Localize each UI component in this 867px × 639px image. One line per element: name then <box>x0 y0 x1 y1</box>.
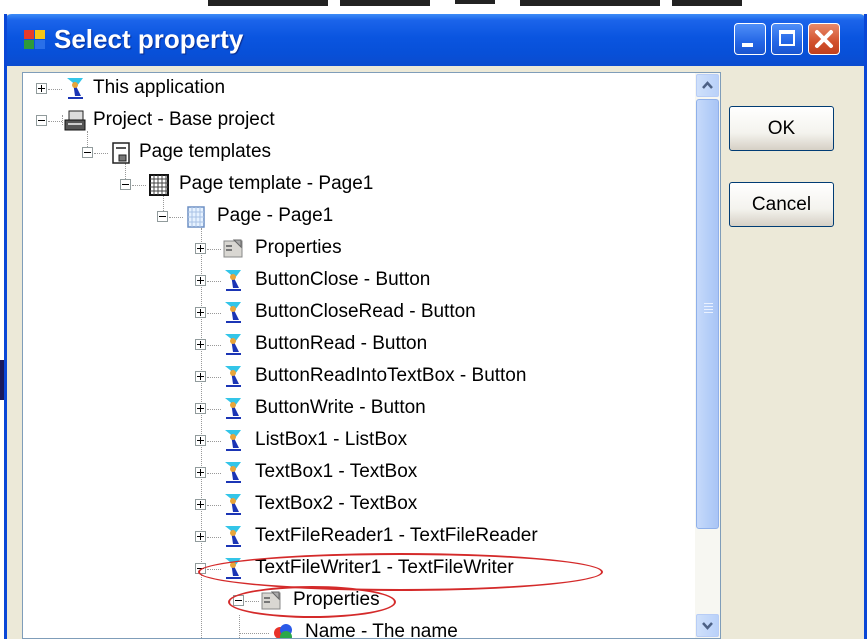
component-icon <box>225 526 241 547</box>
tree-item-label: Properties <box>293 589 380 610</box>
window-title: Select property <box>54 24 244 54</box>
expand-toggle[interactable] <box>195 243 206 254</box>
scroll-up-button[interactable] <box>696 74 719 97</box>
app-icon <box>24 30 46 50</box>
expand-toggle[interactable] <box>195 403 206 414</box>
collapse-toggle[interactable] <box>82 147 93 158</box>
expand-toggle[interactable] <box>195 371 206 382</box>
expand-toggle[interactable] <box>36 83 47 94</box>
tree-item-label: ButtonClose - Button <box>255 269 431 290</box>
ok-button[interactable]: OK <box>729 106 834 151</box>
minimize-icon <box>742 43 753 47</box>
tree-item-label: Name - The name <box>305 621 458 639</box>
component-icon <box>225 462 241 483</box>
component-icon <box>225 302 241 323</box>
component-icon <box>225 430 241 451</box>
tree-item-label: Page - Page1 <box>217 205 334 226</box>
vertical-scrollbar[interactable] <box>695 73 720 638</box>
component-icon <box>225 398 241 419</box>
scroll-down-button[interactable] <box>696 614 719 637</box>
property-tree[interactable]: This application Project - Base project … <box>22 72 721 639</box>
tree-item-label: ButtonWrite - Button <box>255 397 426 418</box>
close-icon <box>815 30 833 48</box>
tree-item-label: ButtonCloseRead - Button <box>255 301 476 322</box>
property-value-icon <box>274 624 292 638</box>
title-bar[interactable]: Select property <box>7 14 864 66</box>
tree-item-label: TextFileWriter1 - TextFileWriter <box>255 557 514 578</box>
page-icon <box>187 206 205 228</box>
background-title-fragment <box>208 0 742 6</box>
tree-item-label: TextBox2 - TextBox <box>255 493 418 514</box>
minimize-button[interactable] <box>734 23 766 55</box>
expand-toggle[interactable] <box>195 499 206 510</box>
cancel-button[interactable]: Cancel <box>729 182 834 227</box>
collapse-toggle[interactable] <box>157 211 168 222</box>
tree-item-label: This application <box>93 77 226 98</box>
component-icon <box>225 366 241 387</box>
tree-item-label: ListBox1 - ListBox <box>255 429 408 450</box>
maximize-button[interactable] <box>771 23 803 55</box>
component-icon <box>225 494 241 515</box>
expand-toggle[interactable] <box>195 275 206 286</box>
background-window-strip <box>0 0 867 14</box>
project-icon <box>64 110 86 131</box>
tree-item-label: ButtonReadIntoTextBox - Button <box>255 365 527 386</box>
chevron-down-icon <box>702 622 713 630</box>
tree-item-label: Page template - Page1 <box>179 173 374 194</box>
tree-item-label: TextFileReader1 - TextFileReader <box>255 525 538 546</box>
tree-item-label: Properties <box>255 237 342 258</box>
scroll-thumb[interactable] <box>696 99 719 529</box>
tree-item-label: ButtonRead - Button <box>255 333 428 354</box>
expand-toggle[interactable] <box>195 467 206 478</box>
document-icon <box>112 142 130 164</box>
component-icon <box>225 558 241 579</box>
collapse-toggle[interactable] <box>233 595 244 606</box>
collapse-toggle[interactable] <box>36 115 47 126</box>
collapse-toggle[interactable] <box>195 563 206 574</box>
tree-item-label: TextBox1 - TextBox <box>255 461 418 482</box>
chevron-up-icon <box>702 81 713 89</box>
tree-item-label: Project - Base project <box>93 109 275 130</box>
grid-template-icon <box>149 174 169 196</box>
expand-toggle[interactable] <box>195 339 206 350</box>
tree-item-label: Page templates <box>139 141 272 162</box>
maximize-icon <box>779 30 795 46</box>
select-property-dialog: Select property This application Project… <box>4 14 867 639</box>
component-icon <box>225 270 241 291</box>
close-button[interactable] <box>808 23 840 55</box>
expand-toggle[interactable] <box>195 307 206 318</box>
expand-toggle[interactable] <box>195 435 206 446</box>
expand-toggle[interactable] <box>195 531 206 542</box>
component-icon <box>225 334 241 355</box>
properties-icon <box>261 591 281 610</box>
component-icon <box>67 78 83 99</box>
properties-icon <box>223 239 243 258</box>
collapse-toggle[interactable] <box>120 179 131 190</box>
